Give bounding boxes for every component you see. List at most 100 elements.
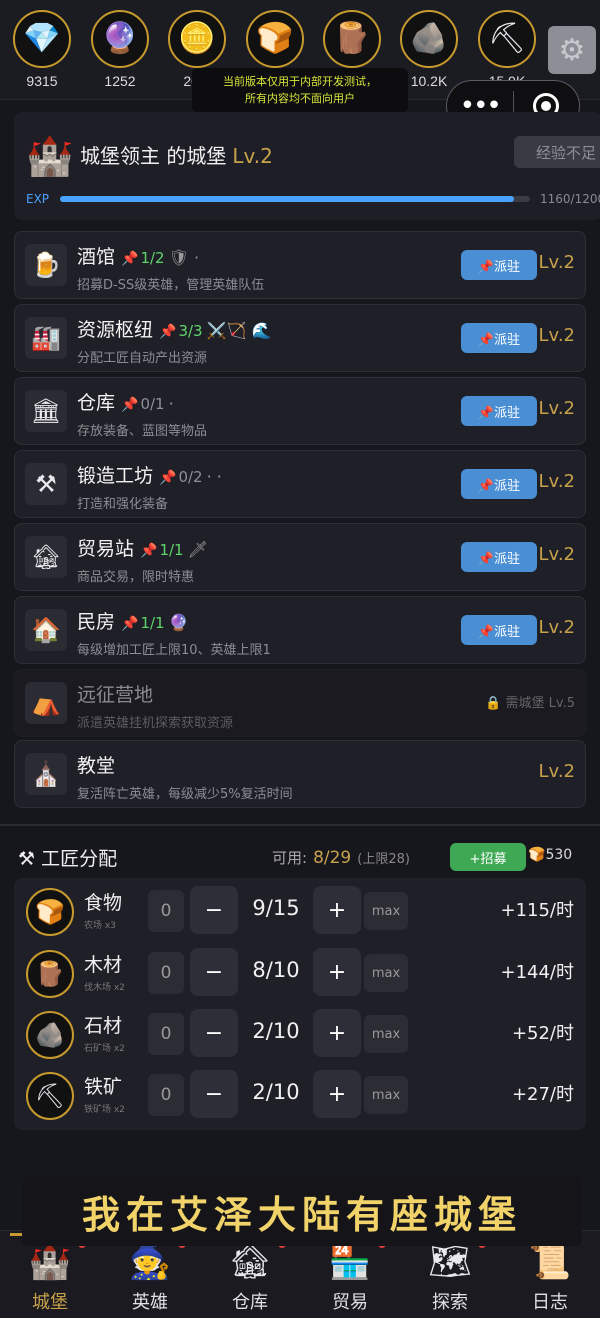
resource-iron[interactable]: ⛏ 15.9K	[476, 10, 538, 89]
max-button[interactable]: max	[364, 1076, 408, 1114]
resource-source: 铁矿场 x2	[84, 1105, 125, 1115]
section-divider	[0, 824, 600, 826]
building-house[interactable]: 🏠 民房 📌 1/1 🔮 每级增加工匠上限10、英雄上限1 📌派驻 Lv.2	[14, 596, 586, 664]
station-button[interactable]: 📌派驻	[461, 469, 537, 499]
bread-icon: 🍞	[246, 10, 304, 68]
increment-button[interactable]: +	[313, 1070, 361, 1118]
iron-ore-icon: ⛏	[478, 10, 536, 68]
max-button[interactable]: max	[364, 954, 408, 992]
castle-name: 城堡领主 的城堡	[80, 144, 227, 168]
zero-button[interactable]: 0	[148, 1074, 184, 1116]
hero-slot-icons: 🗡	[187, 540, 208, 559]
recruit-button[interactable]: +招募	[450, 843, 526, 871]
settings-gear-icon[interactable]: ⚙	[548, 26, 596, 74]
station-button[interactable]: 📌派驻	[461, 615, 537, 645]
castle-level: Lv.2	[232, 144, 273, 168]
exp-value: 1160/1200	[540, 192, 600, 206]
exp-progress-fill	[60, 196, 515, 202]
station-button[interactable]: 📌派驻	[461, 323, 537, 353]
scroll-icon: 📜	[528, 1242, 572, 1282]
decrement-button[interactable]: −	[190, 1009, 238, 1057]
production-rate: +52/时	[511, 1023, 574, 1044]
resource-name: 铁矿	[84, 1076, 123, 1098]
resource-crystal[interactable]: 🔮 1252	[89, 10, 151, 89]
pin-icon: 📌	[121, 397, 139, 413]
decrement-button[interactable]: −	[190, 1070, 238, 1118]
hammer-icon: ⚒	[25, 463, 67, 505]
increment-button[interactable]: +	[313, 886, 361, 934]
station-button[interactable]: 📌派驻	[461, 250, 537, 280]
decrement-button[interactable]: −	[190, 886, 238, 934]
building-title: 酒馆 📌 1/2 🛡 ·	[77, 242, 199, 269]
building-name: 远征营地	[77, 684, 154, 706]
building-desc: 商品交易，限时特惠	[77, 570, 195, 585]
allocation-row-stone: 🪨 石材 石矿场 x2 0 − 2/10 + max +52/时	[14, 1007, 586, 1063]
tab-log[interactable]: 📜 日志	[500, 1240, 600, 1314]
resource-bread[interactable]: 🍞	[244, 10, 306, 73]
tab-explore[interactable]: 🗺 探索	[400, 1240, 500, 1314]
wood-icon: 🪵	[26, 950, 74, 998]
building-desc: 分配工匠自动产出资源	[77, 351, 208, 366]
building-level: Lv.2	[538, 398, 575, 419]
max-button[interactable]: max	[364, 892, 408, 930]
assigned-amount: 9/15	[252, 896, 300, 920]
tab-warehouse[interactable]: 🏚 仓库	[200, 1240, 300, 1314]
tab-label: 城堡	[32, 1292, 68, 1313]
station-button[interactable]: 📌派驻	[461, 396, 537, 426]
building-desc: 打造和强化装备	[77, 497, 169, 512]
bread-cost: 🍞530	[528, 847, 572, 863]
resource-source: 伐木场 x2	[84, 983, 125, 993]
zero-button[interactable]: 0	[148, 890, 184, 932]
factory-icon: 🏭	[25, 317, 67, 359]
building-expedition-camp: ⛺ 远征营地 派遣英雄挂机探索获取资源 🔒 需城堡 Lv.5	[14, 669, 586, 737]
resource-wood[interactable]: 🪵	[321, 10, 383, 73]
iron-ore-icon: ⛏	[26, 1072, 74, 1120]
tab-trade[interactable]: 🏪 贸易	[300, 1240, 400, 1314]
building-name: 教堂	[77, 755, 116, 777]
building-title: 民房 📌 1/1 🔮	[77, 607, 189, 634]
resource-value: 9315	[26, 73, 58, 89]
pin-icon: 📌	[159, 324, 177, 340]
tab-label: 贸易	[332, 1292, 368, 1313]
decrement-button[interactable]: −	[190, 948, 238, 996]
building-title: 资源枢纽 📌 3/3 ⚔️🏹 🌊	[77, 315, 271, 342]
tab-castle[interactable]: 🏰 城堡	[0, 1240, 100, 1314]
available-value: 8/29	[313, 848, 352, 868]
building-trade-post[interactable]: 🏚 贸易站 📌 1/1 🗡 商品交易，限时特惠 📌派驻 Lv.2	[14, 523, 586, 591]
hero-slot-icons: · ·	[206, 467, 222, 486]
building-resource-hub[interactable]: 🏭 资源枢纽 📌 3/3 ⚔️🏹 🌊 分配工匠自动产出资源 📌派驻 Lv.2	[14, 304, 586, 372]
building-warehouse[interactable]: 🏛 仓库 📌 0/1 · 存放装备、蓝图等物品 📌派驻 Lv.2	[14, 377, 586, 445]
max-button[interactable]: max	[364, 1015, 408, 1053]
zero-button[interactable]: 0	[148, 952, 184, 994]
stone-icon: 🪨	[400, 10, 458, 68]
castle-card: 🏰 城堡领主 的城堡 Lv.2 经验不足 EXP 1160/1200	[14, 112, 600, 220]
building-forge[interactable]: ⚒ 锻造工坊 📌 0/2 · · 打造和强化装备 📌派驻 Lv.2	[14, 450, 586, 518]
wood-icon: 🪵	[323, 10, 381, 68]
bread-icon: 🍞	[528, 847, 546, 863]
upgrade-button[interactable]: 经验不足	[514, 136, 600, 168]
notice-line-1: 当前版本仅用于内部开发测试，	[223, 75, 377, 88]
pin-icon: 📌	[140, 543, 158, 559]
building-desc: 每级增加工匠上限10、英雄上限1	[77, 643, 271, 658]
building-church[interactable]: ⛪ 教堂 复活阵亡英雄，每级减少5%复活时间 Lv.2	[14, 740, 586, 808]
building-level: Lv.2	[538, 325, 575, 346]
tent-icon: ⛺	[25, 682, 67, 724]
increment-button[interactable]: +	[313, 1009, 361, 1057]
increment-button[interactable]: +	[313, 948, 361, 996]
station-button[interactable]: 📌派驻	[461, 542, 537, 572]
building-desc: 复活阵亡英雄，每级减少5%复活时间	[77, 787, 293, 802]
building-tavern[interactable]: 🍺 酒馆 📌 1/2 🛡 · 招募D-SS级英雄，管理英雄队伍 📌派驻 Lv.2	[14, 231, 586, 299]
tavern-beer-icon: 🍺	[25, 244, 67, 286]
tab-heroes[interactable]: 🧙 英雄	[100, 1240, 200, 1314]
exp-label: EXP	[26, 192, 50, 206]
zero-button[interactable]: 0	[148, 1013, 184, 1055]
bread-amount: 530	[545, 847, 573, 863]
pin-icon: 📌	[121, 251, 139, 267]
building-count: 1/2	[140, 249, 165, 267]
tab-label: 探索	[432, 1292, 468, 1313]
hero-slot-icons: ·	[168, 394, 174, 413]
resource-diamond[interactable]: 💎 9315	[11, 10, 73, 89]
building-name: 民房	[77, 611, 116, 633]
castle-icon: 🏰	[26, 134, 74, 178]
pin-icon: 📌	[159, 470, 177, 486]
